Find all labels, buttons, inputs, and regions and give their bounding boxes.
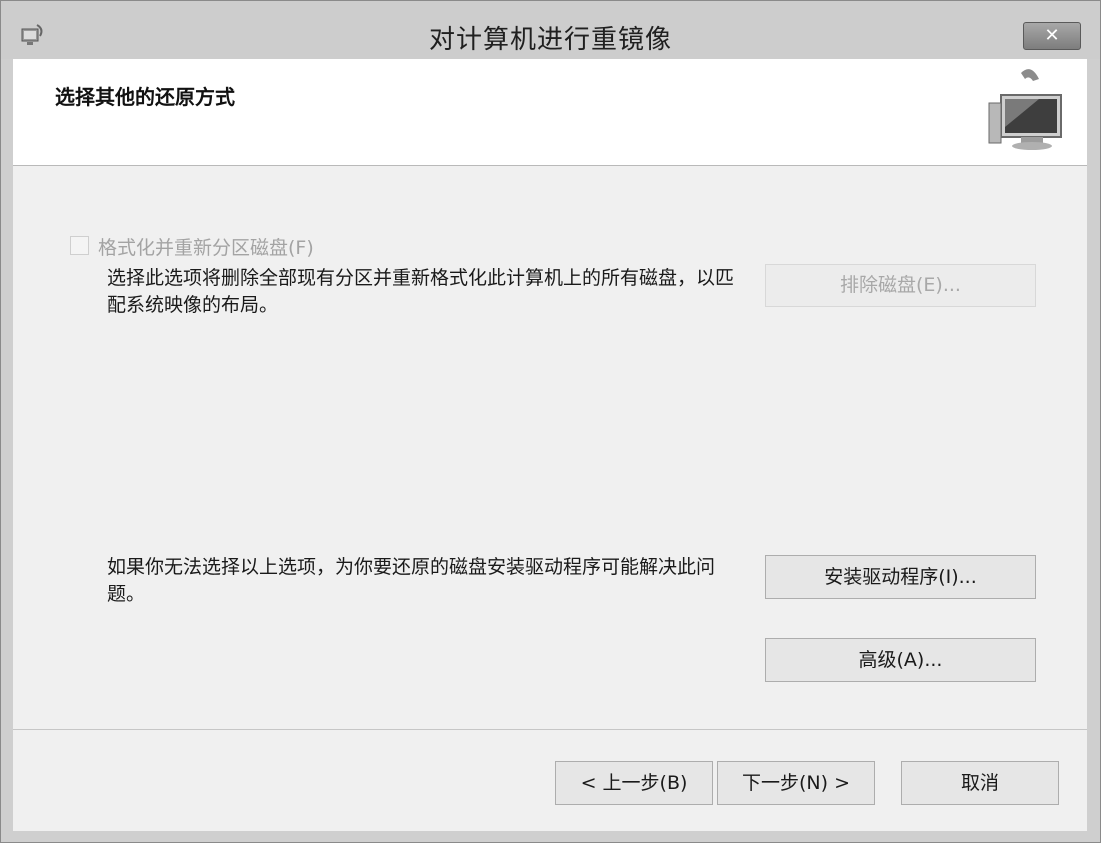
format-repartition-label: 格式化并重新分区磁盘(F) [98,237,314,259]
computer-restore-icon [988,69,1062,150]
driver-description: 如果你无法选择以上选项，为你要还原的磁盘安装驱动程序可能解决此问题。 [107,556,716,605]
close-icon: ✕ [1044,25,1060,46]
advanced-button[interactable]: 高级(A)... [765,638,1036,682]
cancel-button[interactable]: 取消 [901,761,1059,805]
footer-divider [13,729,1087,730]
format-repartition-checkbox[interactable] [70,236,89,255]
page-title: 选择其他的还原方式 [55,85,235,109]
wizard-content: 选择其他的还原方式 格式化并重新分区磁盘(F) 选择此选项将删除全部现有分区并重… [13,59,1087,831]
next-button[interactable]: 下一步(N) > [717,761,875,805]
window-title: 对计算机进行重镜像 [428,25,672,55]
back-button[interactable]: < 上一步(B) [555,761,713,805]
install-drivers-button[interactable]: 安装驱动程序(I)... [765,555,1036,599]
format-option-description: 选择此选项将删除全部现有分区并重新格式化此计算机上的所有磁盘，以匹配系统映像的布… [107,267,735,316]
close-button[interactable]: ✕ [1023,22,1081,50]
wizard-header: 选择其他的还原方式 [13,59,1087,166]
title-bar[interactable]: 对计算机进行重镜像 ✕ [1,1,1100,59]
reimage-wizard-window: 对计算机进行重镜像 ✕ 选择其他的还原方式 格式化并重新分区磁盘(F) 选择此选… [0,0,1101,843]
exclude-disks-button[interactable]: 排除磁盘(E)... [765,264,1036,307]
